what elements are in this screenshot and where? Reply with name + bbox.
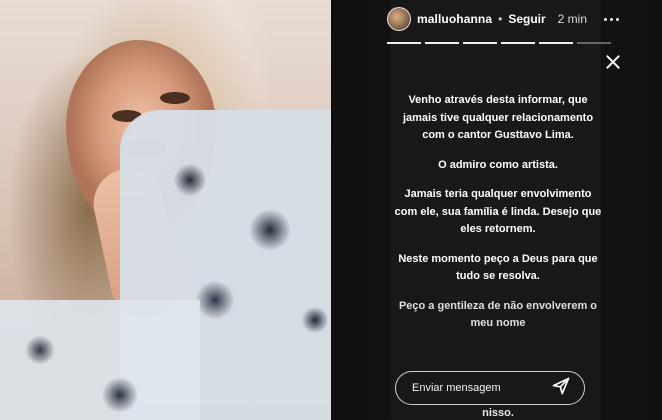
story-paragraph-4: Neste momento peço a Deus para que tudo … [398,252,598,283]
more-dot [609,17,613,21]
screenshot-root: malluohanna • Seguir 2 min Venho através… [0,0,662,420]
more-dot [615,17,619,21]
story-header: malluohanna • Seguir 2 min [387,5,637,33]
progress-segment [463,42,497,44]
story-paragraph-3: Jamais teria qualquer envolvimento com e… [394,188,602,235]
more-dot [603,17,607,21]
close-icon[interactable] [604,53,622,71]
progress-segment [501,42,535,44]
follow-button[interactable]: Seguir [508,12,545,26]
header-separator: • [498,12,503,26]
profile-photo [0,0,331,420]
story-username[interactable]: malluohanna [417,12,492,26]
story-progress [387,42,611,44]
story-paragraph-5: Peço a gentileza de não envolverem o meu… [398,299,598,330]
avatar[interactable] [387,7,411,31]
story-paragraph-2: O admiro como artista. [438,158,558,171]
story-last-line: nisso. [482,407,514,419]
progress-segment [539,42,573,44]
story-time: 2 min [557,12,588,26]
reply-placeholder: Enviar mensagem [412,382,501,394]
progress-segment [577,42,611,44]
story-text: Venho através desta informar, que jamais… [393,92,603,345]
story-panel: malluohanna • Seguir 2 min Venho através… [331,0,662,420]
story-paragraph-1: Venho através desta informar, que jamais… [402,94,594,141]
photo-shirt-lower [0,300,200,420]
send-icon[interactable] [551,376,571,396]
send-icon-svg [552,377,570,395]
more-horizontal-icon[interactable] [599,11,623,27]
photo-eye-right [160,92,190,104]
progress-segment [387,42,421,44]
progress-segment [425,42,459,44]
